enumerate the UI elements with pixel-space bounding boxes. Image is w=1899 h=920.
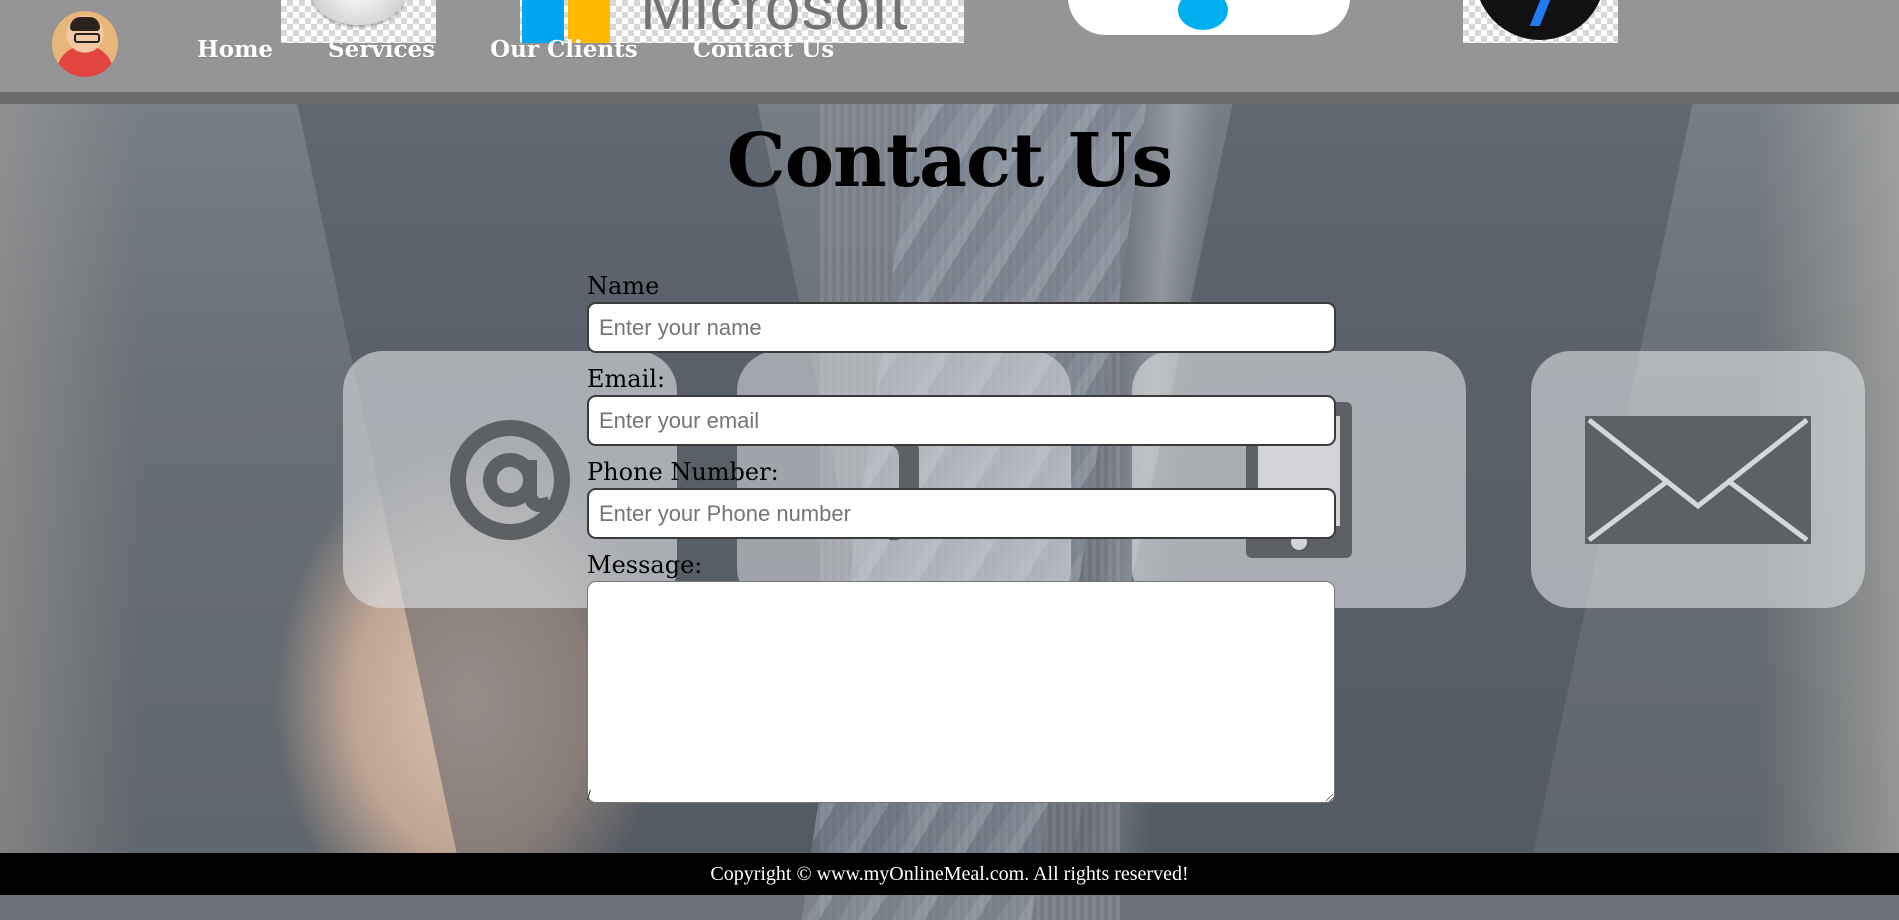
email-input[interactable]: [587, 395, 1336, 446]
contact-form: Name Email: Phone Number: Message:: [587, 270, 1337, 803]
nav-contact-us[interactable]: Contact Us: [693, 30, 835, 70]
trailing-text: /: [587, 787, 591, 803]
phone-input[interactable]: [587, 488, 1336, 539]
nav-home[interactable]: Home: [197, 30, 273, 70]
message-label: Message:: [587, 551, 703, 579]
site-header: Microsoft Home Services Our Clients Cont…: [0, 0, 1899, 104]
name-label: Name: [587, 272, 660, 300]
profile-avatar: [52, 11, 118, 77]
envelope-icon: [1531, 351, 1865, 608]
nav-our-clients[interactable]: Our Clients: [490, 30, 638, 70]
app-logo: [1463, 0, 1618, 43]
envelope-card: [1531, 351, 1865, 608]
main-nav: Home Services Our Clients Contact Us: [197, 30, 889, 70]
name-input[interactable]: [587, 302, 1336, 353]
site-footer: Copyright © www.myOnlineMeal.com. All ri…: [0, 853, 1899, 895]
page-title: Contact Us: [726, 118, 1173, 204]
skype-logo: [1068, 0, 1350, 36]
nav-services[interactable]: Services: [328, 30, 435, 70]
message-textarea[interactable]: [587, 581, 1335, 803]
email-label: Email:: [587, 365, 666, 393]
phone-label: Phone Number:: [587, 458, 779, 486]
copyright-text: Copyright © www.myOnlineMeal.com. All ri…: [710, 863, 1189, 885]
